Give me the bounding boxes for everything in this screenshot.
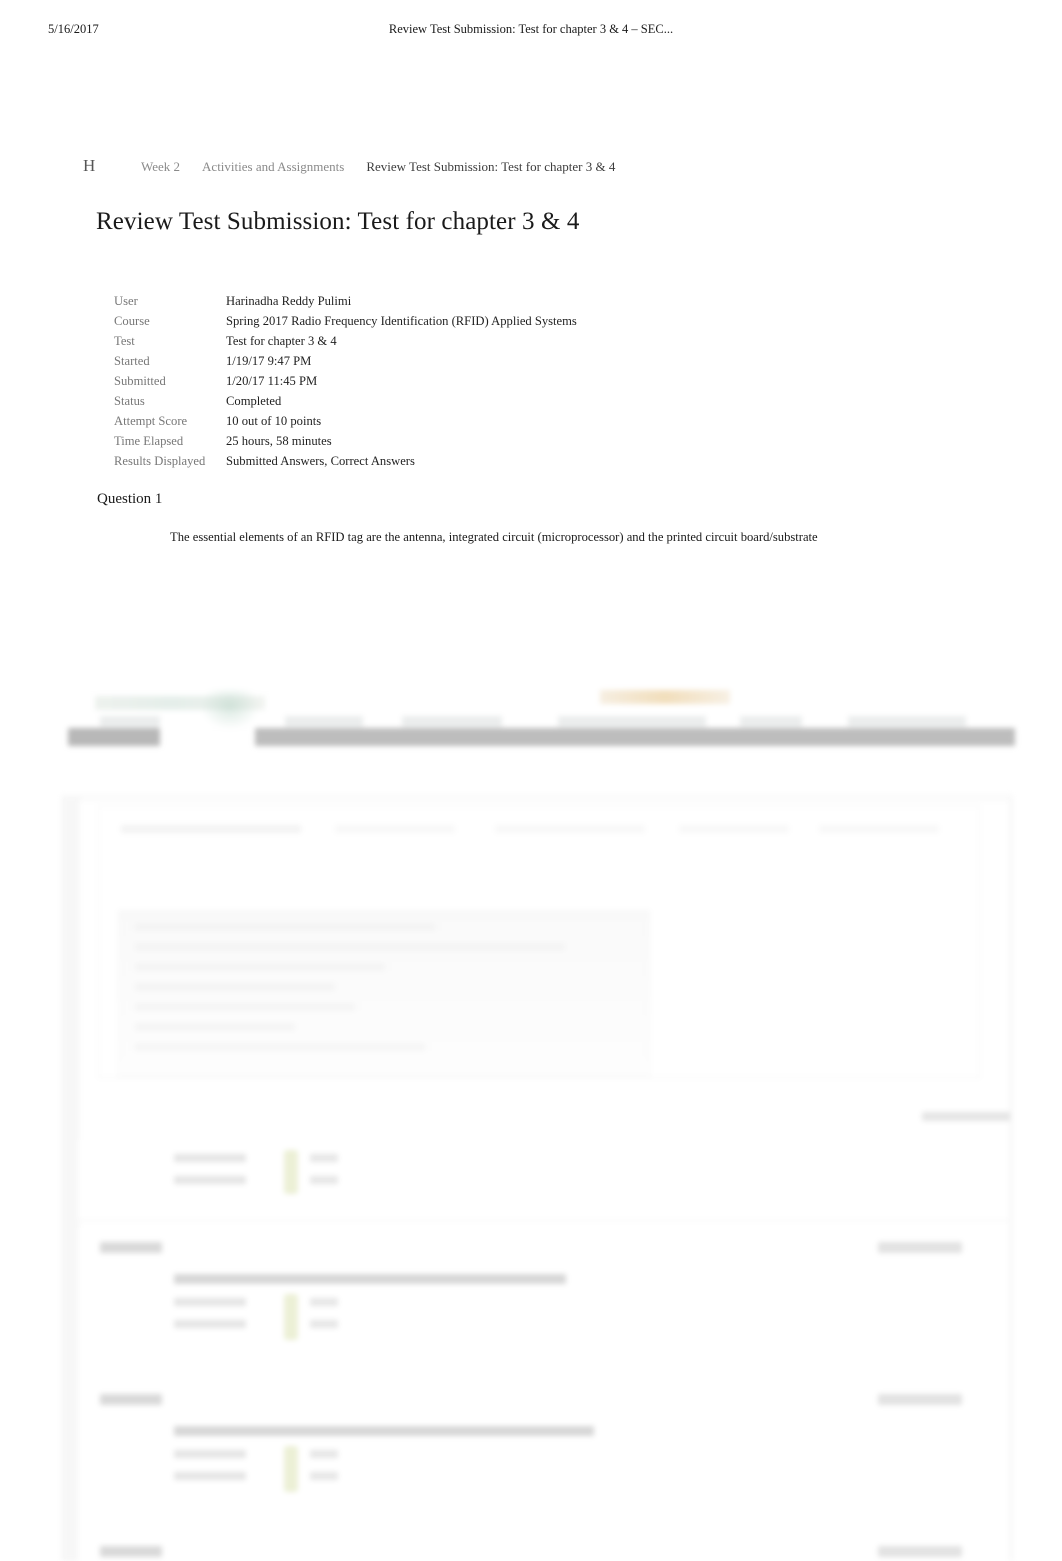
breadcrumb-item-week-2[interactable]: Week 2 xyxy=(141,159,180,175)
ghost-content-title-bar xyxy=(255,728,1015,746)
info-label-time-elapsed: Time Elapsed xyxy=(114,434,184,448)
table-row: Status Completed xyxy=(114,394,934,414)
info-value-results-displayed: Submitted Answers, Correct Answers xyxy=(226,454,415,468)
info-value-attempt-score: 10 out of 10 points xyxy=(226,414,322,428)
page-title: Review Test Submission: Test for chapter… xyxy=(96,208,580,235)
ghost-nav-tab xyxy=(402,716,502,727)
info-value-user: Harinadha Reddy Pulimi xyxy=(226,294,352,308)
info-label-results-displayed: Results Displayed xyxy=(114,454,206,468)
ghost-nav-tab xyxy=(848,716,966,727)
ghost-swirl-icon xyxy=(200,690,260,730)
submission-info-table: User Harinadha Reddy Pulimi Course Sprin… xyxy=(114,294,934,474)
info-label-submitted: Submitted xyxy=(114,374,166,388)
ghost-side-column xyxy=(62,796,79,1561)
ghost-summary-panel xyxy=(98,806,980,1078)
table-row: Attempt Score 10 out of 10 points xyxy=(114,414,934,434)
ghost-logo xyxy=(95,696,265,710)
ghost-nav-tab xyxy=(285,716,363,727)
info-label-course: Course xyxy=(114,314,150,328)
breadcrumb: H Week 2 Activities and Assignments Review … xyxy=(83,156,983,178)
ghost-top-navigation xyxy=(40,688,1040,734)
question-1-heading: Question 1 xyxy=(97,491,163,507)
info-label-test: Test xyxy=(114,334,135,348)
ghost-question-block xyxy=(78,1140,1008,1221)
info-label-started: Started xyxy=(114,354,150,368)
info-value-status: Completed xyxy=(226,394,282,408)
ghost-content-area xyxy=(78,800,1010,1561)
info-value-time-elapsed: 25 hours, 58 minutes xyxy=(226,434,332,448)
table-row: Started 1/19/17 9:47 PM xyxy=(114,354,934,374)
ghost-question-block xyxy=(78,1380,1008,1533)
ghost-question-block xyxy=(78,1532,1008,1561)
ghost-course-menu-bar xyxy=(68,728,160,746)
info-value-test: Test for chapter 3 & 4 xyxy=(226,334,337,348)
ghost-banner-band xyxy=(600,690,730,704)
info-value-course: Spring 2017 Radio Frequency Identificati… xyxy=(226,314,577,328)
table-row: Time Elapsed 25 hours, 58 minutes xyxy=(114,434,934,454)
info-label-status: Status xyxy=(114,394,145,408)
breadcrumb-item-current: Review Test Submission: Test for chapter… xyxy=(366,159,616,174)
table-row: Course Spring 2017 Radio Frequency Ident… xyxy=(114,314,934,334)
table-row: Results Displayed Submitted Answers, Cor… xyxy=(114,454,934,474)
home-icon[interactable]: H xyxy=(83,156,141,176)
question-1-text: The essential elements of an RFID tag ar… xyxy=(170,530,818,544)
info-value-started: 1/19/17 9:47 PM xyxy=(226,354,312,368)
ghost-question-block xyxy=(78,1228,1008,1381)
table-row: Submitted 1/20/17 11:45 PM xyxy=(114,374,934,394)
ghost-nav-tab xyxy=(558,716,706,727)
ghost-nav-tab xyxy=(740,716,802,727)
table-row: Test Test for chapter 3 & 4 xyxy=(114,334,934,354)
print-header-title: Review Test Submission: Test for chapter… xyxy=(388,22,674,36)
ghost-info-block xyxy=(118,910,650,1077)
info-label-user: User xyxy=(114,294,138,308)
ghost-nav-tab xyxy=(100,716,160,727)
ghost-page-frame xyxy=(62,796,1012,1561)
info-value-submitted: 1/20/17 11:45 PM xyxy=(226,374,318,388)
ghost-score-note xyxy=(922,1112,1010,1121)
info-label-attempt-score: Attempt Score xyxy=(114,414,188,428)
breadcrumb-item-activities-and-assignments[interactable]: Activities and Assignments xyxy=(202,159,344,175)
print-header: 5/16/2017 Review Test Submission: Test f… xyxy=(0,22,1062,42)
faded-page-overlay xyxy=(0,688,1062,1561)
table-row: User Harinadha Reddy Pulimi xyxy=(114,294,934,314)
